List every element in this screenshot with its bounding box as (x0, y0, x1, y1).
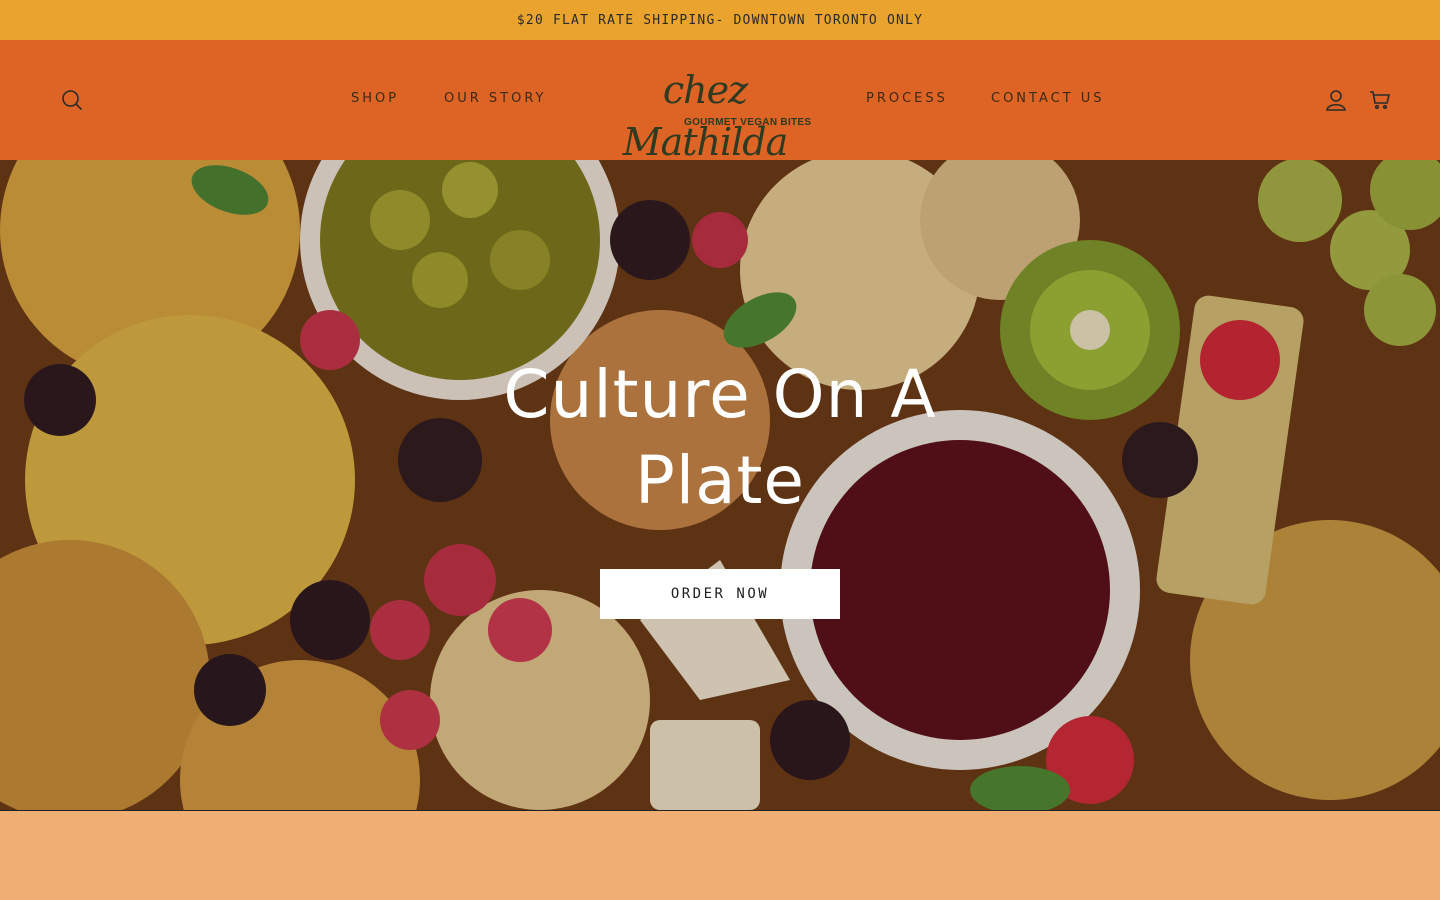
nav-process[interactable]: PROCESS (866, 91, 948, 109)
cart-icon (1370, 91, 1391, 110)
section-band (0, 810, 1440, 900)
hero-banner: Culture On A Plate ORDER NOW (0, 160, 1440, 810)
nav-our-story[interactable]: OUR STORY (444, 91, 546, 109)
search-icon (62, 90, 83, 111)
site-header: SHOP OUR STORY chez Mathilda GOURMET VEG… (0, 40, 1440, 164)
search-button[interactable] (56, 84, 88, 116)
logo-script: chez Mathilda (622, 68, 789, 164)
site-logo[interactable]: chez Mathilda GOURMET VEGAN BITES (600, 64, 812, 164)
account-icon (1326, 90, 1346, 111)
order-now-button[interactable]: ORDER NOW (600, 569, 840, 619)
cart-button[interactable] (1364, 84, 1396, 116)
nav-contact-us[interactable]: CONTACT US (991, 91, 1105, 109)
logo-tagline: GOURMET VEGAN BITES (684, 117, 812, 128)
nav-shop[interactable]: SHOP (351, 91, 399, 109)
announcement-bar: $20 FLAT RATE SHIPPING- DOWNTOWN TORONTO… (0, 0, 1440, 40)
announcement-text: $20 FLAT RATE SHIPPING- DOWNTOWN TORONTO… (516, 12, 924, 28)
hero-title: Culture On A Plate (503, 356, 937, 519)
account-button[interactable] (1320, 84, 1352, 116)
